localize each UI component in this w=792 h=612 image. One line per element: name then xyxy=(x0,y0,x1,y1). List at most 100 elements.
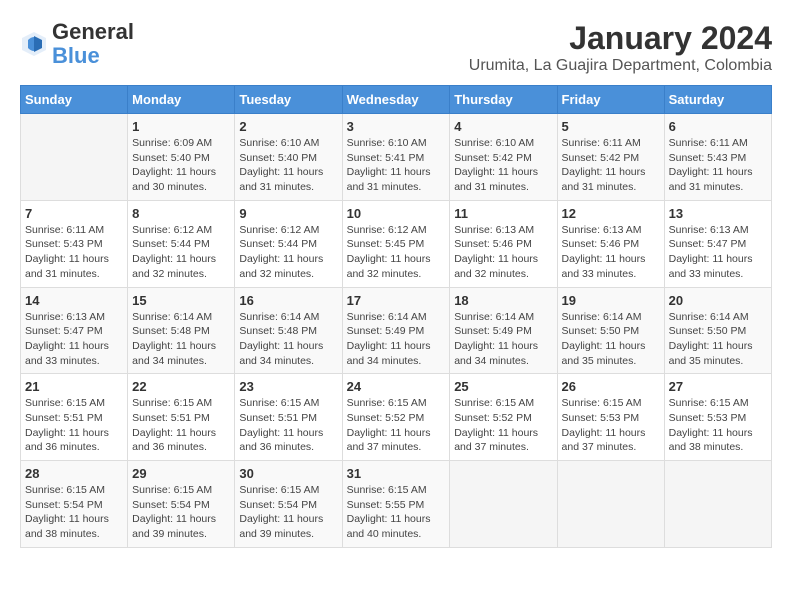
day-info: Sunrise: 6:15 AM Sunset: 5:54 PM Dayligh… xyxy=(132,483,230,542)
day-info: Sunrise: 6:13 AM Sunset: 5:47 PM Dayligh… xyxy=(669,223,767,282)
day-number: 14 xyxy=(25,293,123,308)
calendar-cell: 11 Sunrise: 6:13 AM Sunset: 5:46 PM Dayli… xyxy=(450,200,557,287)
calendar-header: SundayMondayTuesdayWednesdayThursdayFrid… xyxy=(21,86,772,114)
logo-general-text: General xyxy=(52,19,134,44)
day-number: 5 xyxy=(562,119,660,134)
day-info: Sunrise: 6:15 AM Sunset: 5:51 PM Dayligh… xyxy=(132,396,230,455)
page-header: General Blue January 2024 Urumita, La Gu… xyxy=(20,20,772,75)
day-number: 11 xyxy=(454,206,552,221)
day-number: 26 xyxy=(562,379,660,394)
day-number: 8 xyxy=(132,206,230,221)
logo-icon xyxy=(20,30,48,58)
calendar-week-4: 21 Sunrise: 6:15 AM Sunset: 5:51 PM Dayli… xyxy=(21,374,772,461)
day-number: 27 xyxy=(669,379,767,394)
day-info: Sunrise: 6:15 AM Sunset: 5:55 PM Dayligh… xyxy=(347,483,446,542)
day-info: Sunrise: 6:12 AM Sunset: 5:44 PM Dayligh… xyxy=(132,223,230,282)
day-number: 6 xyxy=(669,119,767,134)
calendar-cell: 7Sunrise: 6:11 AM Sunset: 5:43 PM Daylig… xyxy=(21,200,128,287)
day-info: Sunrise: 6:12 AM Sunset: 5:44 PM Dayligh… xyxy=(239,223,337,282)
calendar-cell: 25Sunrise: 6:15 AM Sunset: 5:52 PM Dayli… xyxy=(450,374,557,461)
day-info: Sunrise: 6:15 AM Sunset: 5:53 PM Dayligh… xyxy=(669,396,767,455)
day-number: 10 xyxy=(347,206,446,221)
calendar-cell: 1Sunrise: 6:09 AM Sunset: 5:40 PM Daylig… xyxy=(128,114,235,201)
calendar-cell: 23 Sunrise: 6:15 AM Sunset: 5:51 PM Dayli… xyxy=(235,374,342,461)
day-info: Sunrise: 6:11 AM Sunset: 5:42 PM Dayligh… xyxy=(562,136,660,195)
calendar-cell: 21 Sunrise: 6:15 AM Sunset: 5:51 PM Dayli… xyxy=(21,374,128,461)
day-info: Sunrise: 6:14 AM Sunset: 5:48 PM Dayligh… xyxy=(132,310,230,369)
day-number: 2 xyxy=(239,119,337,134)
calendar-week-1: 1Sunrise: 6:09 AM Sunset: 5:40 PM Daylig… xyxy=(21,114,772,201)
calendar-cell xyxy=(21,114,128,201)
day-number: 19 xyxy=(562,293,660,308)
calendar-cell: 15Sunrise: 6:14 AM Sunset: 5:48 PM Dayli… xyxy=(128,287,235,374)
day-number: 31 xyxy=(347,466,446,481)
day-number: 13 xyxy=(669,206,767,221)
day-info: Sunrise: 6:10 AM Sunset: 5:42 PM Dayligh… xyxy=(454,136,552,195)
calendar-cell: 3Sunrise: 6:10 AM Sunset: 5:41 PM Daylig… xyxy=(342,114,450,201)
header-day-friday: Friday xyxy=(557,86,664,114)
calendar-table: SundayMondayTuesdayWednesdayThursdayFrid… xyxy=(20,85,772,548)
day-info: Sunrise: 6:15 AM Sunset: 5:52 PM Dayligh… xyxy=(347,396,446,455)
day-number: 23 xyxy=(239,379,337,394)
calendar-cell: 16 Sunrise: 6:14 AM Sunset: 5:48 PM Dayli… xyxy=(235,287,342,374)
day-info: Sunrise: 6:10 AM Sunset: 5:40 PM Dayligh… xyxy=(239,136,337,195)
day-number: 30 xyxy=(239,466,337,481)
calendar-cell: 9 Sunrise: 6:12 AM Sunset: 5:44 PM Daylig… xyxy=(235,200,342,287)
calendar-cell: 26Sunrise: 6:15 AM Sunset: 5:53 PM Dayli… xyxy=(557,374,664,461)
day-number: 29 xyxy=(132,466,230,481)
calendar-cell xyxy=(450,461,557,548)
calendar-cell: 5 Sunrise: 6:11 AM Sunset: 5:42 PM Daylig… xyxy=(557,114,664,201)
page-subtitle: Urumita, La Guajira Department, Colombia xyxy=(469,57,772,75)
day-info: Sunrise: 6:12 AM Sunset: 5:45 PM Dayligh… xyxy=(347,223,446,282)
calendar-cell: 19Sunrise: 6:14 AM Sunset: 5:50 PM Dayli… xyxy=(557,287,664,374)
day-info: Sunrise: 6:11 AM Sunset: 5:43 PM Dayligh… xyxy=(25,223,123,282)
day-info: Sunrise: 6:15 AM Sunset: 5:54 PM Dayligh… xyxy=(25,483,123,542)
day-number: 21 xyxy=(25,379,123,394)
calendar-cell: 12 Sunrise: 6:13 AM Sunset: 5:46 PM Dayli… xyxy=(557,200,664,287)
day-info: Sunrise: 6:14 AM Sunset: 5:48 PM Dayligh… xyxy=(239,310,337,369)
day-number: 22 xyxy=(132,379,230,394)
day-info: Sunrise: 6:14 AM Sunset: 5:50 PM Dayligh… xyxy=(669,310,767,369)
day-number: 9 xyxy=(239,206,337,221)
day-info: Sunrise: 6:14 AM Sunset: 5:49 PM Dayligh… xyxy=(454,310,552,369)
day-number: 18 xyxy=(454,293,552,308)
day-info: Sunrise: 6:15 AM Sunset: 5:54 PM Dayligh… xyxy=(239,483,337,542)
day-number: 24 xyxy=(347,379,446,394)
calendar-cell: 6 Sunrise: 6:11 AM Sunset: 5:43 PM Daylig… xyxy=(664,114,771,201)
calendar-cell: 17Sunrise: 6:14 AM Sunset: 5:49 PM Dayli… xyxy=(342,287,450,374)
header-day-thursday: Thursday xyxy=(450,86,557,114)
day-info: Sunrise: 6:15 AM Sunset: 5:51 PM Dayligh… xyxy=(25,396,123,455)
header-day-saturday: Saturday xyxy=(664,86,771,114)
header-day-sunday: Sunday xyxy=(21,86,128,114)
title-block: January 2024 Urumita, La Guajira Departm… xyxy=(469,20,772,75)
page-title: January 2024 xyxy=(469,20,772,57)
calendar-cell: 13 Sunrise: 6:13 AM Sunset: 5:47 PM Dayli… xyxy=(664,200,771,287)
calendar-cell xyxy=(557,461,664,548)
day-number: 16 xyxy=(239,293,337,308)
day-number: 20 xyxy=(669,293,767,308)
day-number: 3 xyxy=(347,119,446,134)
calendar-week-5: 28 Sunrise: 6:15 AM Sunset: 5:54 PM Dayli… xyxy=(21,461,772,548)
day-number: 12 xyxy=(562,206,660,221)
calendar-cell: 14 Sunrise: 6:13 AM Sunset: 5:47 PM Dayli… xyxy=(21,287,128,374)
calendar-cell: 18 Sunrise: 6:14 AM Sunset: 5:49 PM Dayli… xyxy=(450,287,557,374)
day-number: 28 xyxy=(25,466,123,481)
calendar-cell: 28 Sunrise: 6:15 AM Sunset: 5:54 PM Dayli… xyxy=(21,461,128,548)
day-info: Sunrise: 6:13 AM Sunset: 5:46 PM Dayligh… xyxy=(454,223,552,282)
day-number: 25 xyxy=(454,379,552,394)
day-number: 4 xyxy=(454,119,552,134)
day-info: Sunrise: 6:11 AM Sunset: 5:43 PM Dayligh… xyxy=(669,136,767,195)
logo-blue-text: Blue xyxy=(52,43,100,68)
calendar-cell: 27 Sunrise: 6:15 AM Sunset: 5:53 PM Dayli… xyxy=(664,374,771,461)
logo: General Blue xyxy=(20,20,134,68)
calendar-cell: 31 Sunrise: 6:15 AM Sunset: 5:55 PM Dayli… xyxy=(342,461,450,548)
day-info: Sunrise: 6:13 AM Sunset: 5:46 PM Dayligh… xyxy=(562,223,660,282)
calendar-cell: 24 Sunrise: 6:15 AM Sunset: 5:52 PM Dayli… xyxy=(342,374,450,461)
calendar-cell: 2 Sunrise: 6:10 AM Sunset: 5:40 PM Daylig… xyxy=(235,114,342,201)
day-info: Sunrise: 6:13 AM Sunset: 5:47 PM Dayligh… xyxy=(25,310,123,369)
calendar-cell: 4 Sunrise: 6:10 AM Sunset: 5:42 PM Daylig… xyxy=(450,114,557,201)
day-info: Sunrise: 6:15 AM Sunset: 5:51 PM Dayligh… xyxy=(239,396,337,455)
day-number: 1 xyxy=(132,119,230,134)
day-number: 17 xyxy=(347,293,446,308)
calendar-body: 1Sunrise: 6:09 AM Sunset: 5:40 PM Daylig… xyxy=(21,114,772,548)
